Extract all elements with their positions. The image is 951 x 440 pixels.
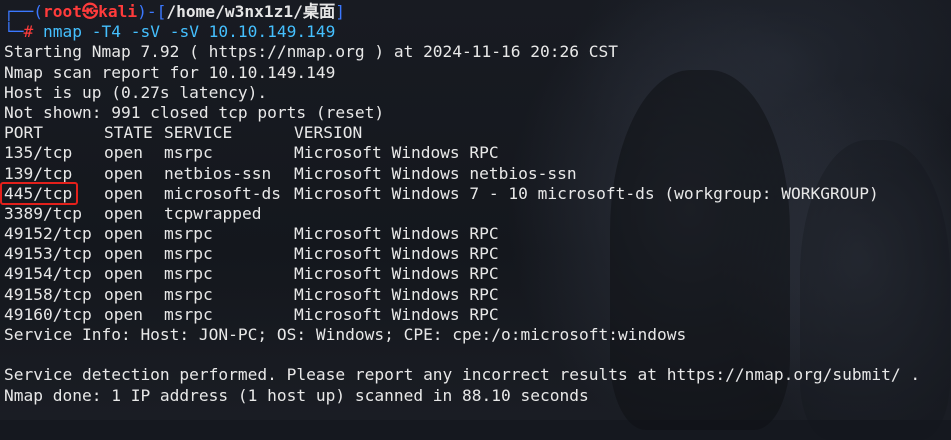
port-table-row: 445/tcp open microsoft-ds Microsoft Windows… xyxy=(0,181,951,206)
prompt-hash: # xyxy=(23,22,34,42)
port-table-rows: 135/tcp open msrpc Microsoft Windows RPC 139… xyxy=(0,143,951,325)
header-service: SERVICE xyxy=(164,123,233,143)
service-cell: msrpc xyxy=(164,224,213,244)
port-cell: 49153/tcp xyxy=(4,244,92,264)
header-version: VERSION xyxy=(294,123,363,143)
prompt-line-top: ┌──(root㉿kali)-[/home/w3nx1z1/桌面] xyxy=(4,2,951,22)
version-cell: Microsoft Windows RPC xyxy=(294,143,499,163)
nmap-done-line: Nmap done: 1 IP address (1 host up) scan… xyxy=(4,385,589,405)
prompt-line-command: └─# nmap -T4 -sV -sV 10.10.149.149 xyxy=(4,22,951,42)
prompt-bracket-close: ] xyxy=(335,2,345,21)
version-cell: Microsoft Windows netbios-ssn xyxy=(294,163,577,183)
state-cell: open xyxy=(104,264,143,284)
port-cell: 49160/tcp xyxy=(4,304,92,324)
prompt-at-icon: ㉿ xyxy=(81,2,99,21)
not-shown-line: Not shown: 991 closed tcp ports (reset) xyxy=(4,102,385,122)
port-cell: 139/tcp xyxy=(4,163,73,183)
host-status-line: Host is up (0.27s latency). xyxy=(4,82,268,102)
state-cell: open xyxy=(104,244,143,264)
service-cell: microsoft-ds xyxy=(164,183,281,203)
version-cell: Microsoft Windows RPC xyxy=(294,284,499,304)
service-detection-line: Service detection performed. Please repo… xyxy=(4,365,921,385)
state-cell: open xyxy=(104,183,143,203)
port-cell: 49152/tcp xyxy=(4,224,92,244)
header-port: PORT xyxy=(4,123,43,143)
prompt-host: kali xyxy=(98,2,138,21)
scan-report-line: Nmap scan report for 10.10.149.149 xyxy=(4,62,336,82)
port-cell: 445/tcp xyxy=(0,181,104,206)
version-cell: Microsoft Windows RPC xyxy=(294,244,499,264)
prompt-separator: )-[ xyxy=(137,2,167,21)
service-cell: tcpwrapped xyxy=(164,203,262,223)
prompt-user: root xyxy=(42,2,82,21)
service-cell: netbios-ssn xyxy=(164,163,272,183)
service-info-line: Service Info: Host: JON-PC; OS: Windows;… xyxy=(4,325,687,344)
port-table-row: 49160/tcp open msrpc Microsoft Windows RPC xyxy=(4,305,951,325)
port-table-row: 49153/tcp open msrpc Microsoft Windows RPC xyxy=(4,244,951,264)
state-cell: open xyxy=(104,224,143,244)
command-name: nmap xyxy=(43,22,82,42)
port-table-row: 3389/tcp open tcpwrapped xyxy=(4,204,951,224)
port-cell: 49154/tcp xyxy=(4,264,92,284)
port-table-row: 49152/tcp open msrpc Microsoft Windows RPC xyxy=(4,224,951,244)
service-cell: msrpc xyxy=(164,264,213,284)
nmap-start-line: Starting Nmap 7.92 ( https://nmap.org ) … xyxy=(4,42,618,62)
port-table-row: 49158/tcp open msrpc Microsoft Windows RPC xyxy=(4,285,951,305)
service-cell: msrpc xyxy=(164,304,213,324)
port-cell: 49158/tcp xyxy=(4,284,92,304)
port-table-row: 139/tcp open netbios-ssn Microsoft Windows … xyxy=(4,164,951,184)
header-state: STATE xyxy=(104,123,153,143)
port-table-row: 135/tcp open msrpc Microsoft Windows RPC xyxy=(4,143,951,163)
prompt-corner-bottom: └─ xyxy=(4,22,24,42)
state-cell: open xyxy=(104,143,143,163)
service-cell: msrpc xyxy=(164,244,213,264)
version-cell: Microsoft Windows 7 - 10 microsoft-ds (w… xyxy=(294,183,879,203)
state-cell: open xyxy=(104,203,143,223)
port-cell: 3389/tcp xyxy=(4,203,82,223)
version-cell: Microsoft Windows RPC xyxy=(294,304,499,324)
version-cell: Microsoft Windows RPC xyxy=(294,264,499,284)
prompt-corner-top: ┌──( xyxy=(4,2,43,21)
port-table-header: PORT STATE SERVICE VERSION xyxy=(4,123,951,143)
state-cell: open xyxy=(104,163,143,183)
prompt-path: /home/w3nx1z1/桌面 xyxy=(166,2,336,21)
command-args: -T4 -sV -sV 10.10.149.149 xyxy=(91,22,336,42)
version-cell: Microsoft Windows RPC xyxy=(294,224,499,244)
service-cell: msrpc xyxy=(164,284,213,304)
port-cell: 135/tcp xyxy=(4,143,73,163)
state-cell: open xyxy=(104,304,143,324)
port-table-row: 49154/tcp open msrpc Microsoft Windows RPC xyxy=(4,264,951,284)
service-cell: msrpc xyxy=(164,143,213,163)
state-cell: open xyxy=(104,284,143,304)
terminal-output[interactable]: ┌──(root㉿kali)-[/home/w3nx1z1/桌面] └─# nm… xyxy=(0,0,951,406)
highlighted-port-box: 445/tcp xyxy=(0,181,79,206)
